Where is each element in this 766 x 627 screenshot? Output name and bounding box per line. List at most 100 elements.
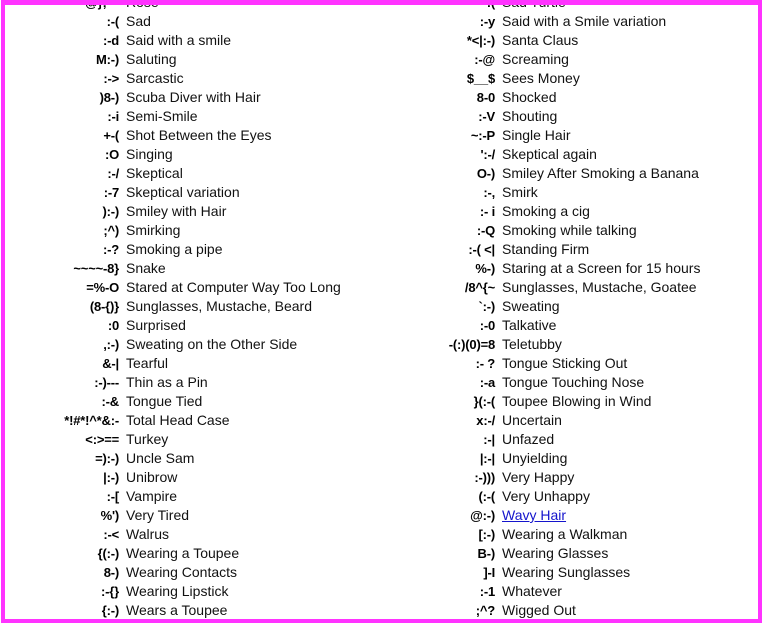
emoticon-description: Walrus bbox=[126, 526, 170, 542]
emoticon-row: :( Sad Turtle bbox=[381, 0, 757, 12]
emoticon-description: Saluting bbox=[126, 51, 177, 67]
emoticon-description: Sad Turtle bbox=[502, 0, 566, 10]
emoticon-description: Rose bbox=[126, 0, 159, 10]
emoticon-description: Santa Claus bbox=[502, 32, 579, 48]
emoticon-code: ;^) bbox=[103, 223, 119, 238]
emoticon-code: (8-{)} bbox=[89, 299, 119, 314]
emoticon-description: Uncertain bbox=[502, 412, 562, 428]
emoticon-row: :-/ Skeptical bbox=[5, 164, 381, 183]
emoticon-description: Wearing a Toupee bbox=[126, 545, 240, 561]
emoticon-description: Wearing Contacts bbox=[126, 564, 238, 580]
emoticon-code: ':-/ bbox=[480, 147, 495, 162]
emoticon-row: :-? Smoking a pipe bbox=[5, 240, 381, 259]
emoticon-row: :-))) Very Happy bbox=[381, 468, 757, 487]
emoticon-code: :( bbox=[486, 0, 495, 10]
emoticon-row: @:-) Wavy Hair bbox=[381, 506, 757, 525]
emoticon-code: |:-| bbox=[479, 451, 495, 466]
emoticon-description: Wearing Glasses bbox=[502, 545, 609, 561]
emoticon-row: 8-0 Shocked bbox=[381, 88, 757, 107]
emoticon-code: @:-) bbox=[470, 508, 495, 523]
emoticon-row: ~:-P Single Hair bbox=[381, 126, 757, 145]
emoticon-code: B-) bbox=[477, 546, 496, 561]
emoticon-description: Vampire bbox=[126, 488, 178, 504]
emoticon-description: Shocked bbox=[502, 89, 557, 105]
emoticon-row: ~~~~-8} Snake bbox=[5, 259, 381, 278]
emoticon-column-left: @};--- Rose :-(Sad :-d Said with a smile M:-)… bbox=[5, 0, 381, 619]
emoticon-code: {(:-) bbox=[97, 546, 120, 561]
emoticon-description: Thin as a Pin bbox=[126, 374, 208, 390]
emoticon-row: -(:)(0)=8 Teletubby bbox=[381, 335, 757, 354]
emoticon-code: %-) bbox=[475, 261, 495, 276]
emoticon-description: Screaming bbox=[502, 51, 569, 67]
emoticon-code: :-7 bbox=[103, 185, 119, 200]
emoticon-row: :-, Smirk bbox=[381, 183, 757, 202]
emoticon-description: Said with a smile bbox=[126, 32, 232, 48]
emoticon-code: &-| bbox=[102, 356, 119, 371]
emoticon-code: *!#*!^*&:- bbox=[64, 413, 119, 428]
emoticon-row: :-@ Screaming bbox=[381, 50, 757, 69]
emoticon-row: [:-) Wearing a Walkman bbox=[381, 525, 757, 544]
emoticon-description: Skeptical variation bbox=[126, 184, 240, 200]
emoticon-row: :-y Said with a Smile variation bbox=[381, 12, 757, 31]
emoticon-code: |:-) bbox=[103, 470, 119, 485]
emoticon-code: 8-) bbox=[103, 565, 119, 580]
emoticon-description: Shouting bbox=[502, 108, 558, 124]
emoticon-row: :-a Tongue Touching Nose bbox=[381, 373, 757, 392]
emoticon-row: =%-O Stared at Computer Way Too Long bbox=[5, 278, 381, 297]
emoticon-code: ]-I bbox=[483, 565, 495, 580]
emoticon-code: *<|:-) bbox=[466, 33, 495, 48]
emoticon-description: Sweating bbox=[502, 298, 560, 314]
emoticon-row: :- ? Tongue Sticking Out bbox=[381, 354, 757, 373]
emoticon-row: ;^) Smirking bbox=[5, 221, 381, 240]
emoticon-row: :-V Shouting bbox=[381, 107, 757, 126]
emoticon-code: (:-( bbox=[478, 489, 495, 504]
emoticon-code: )8-) bbox=[99, 90, 120, 105]
emoticon-code: M:-) bbox=[95, 52, 119, 67]
emoticon-row: (8-{)} Sunglasses, Mustache, Beard bbox=[5, 297, 381, 316]
emoticon-row: :-| Unfazed bbox=[381, 430, 757, 449]
emoticon-row: %-) Staring at a Screen for 15 hours bbox=[381, 259, 757, 278]
emoticon-row: :-Q Smoking while talking bbox=[381, 221, 757, 240]
emoticon-code: :-)--- bbox=[94, 375, 119, 390]
emoticon-row: :-(Sad bbox=[5, 12, 381, 31]
emoticon-description: Wears a Toupee bbox=[126, 602, 228, 618]
emoticon-code: ~:-P bbox=[470, 128, 495, 143]
emoticon-row: ]-I Wearing Sunglasses bbox=[381, 563, 757, 582]
emoticon-description: Tongue Tied bbox=[126, 393, 203, 409]
emoticon-description: Unibrow bbox=[126, 469, 178, 485]
emoticon-code: :-< bbox=[103, 527, 119, 542]
emoticon-code: $__$ bbox=[466, 71, 495, 86]
emoticon-code: O-) bbox=[476, 166, 495, 181]
emoticon-row: :-{} Wearing Lipstick bbox=[5, 582, 381, 601]
emoticon-row: M:-) Saluting bbox=[5, 50, 381, 69]
emoticon-row: +-( Shot Between the Eyes bbox=[5, 126, 381, 145]
emoticon-description: Very Happy bbox=[502, 469, 575, 485]
emoticon-description: Whatever bbox=[502, 583, 562, 599]
emoticon-code: :-? bbox=[103, 242, 119, 257]
emoticon-description: Shot Between the Eyes bbox=[126, 127, 272, 143]
emoticon-description: Unfazed bbox=[502, 431, 555, 447]
emoticon-code: :-d bbox=[103, 33, 119, 48]
emoticon-list-page: @};--- Rose :-(Sad :-d Said with a smile M:-)… bbox=[1, 0, 762, 623]
emoticon-description: Very Unhappy bbox=[502, 488, 590, 504]
emoticon-description: Standing Firm bbox=[502, 241, 590, 257]
emoticon-description: Wearing Lipstick bbox=[126, 583, 229, 599]
emoticon-code: +-( bbox=[103, 128, 119, 143]
emoticon-description: Wearing a Walkman bbox=[502, 526, 628, 542]
emoticon-description: Staring at a Screen for 15 hours bbox=[502, 260, 701, 276]
emoticon-code: ,:-) bbox=[103, 337, 119, 352]
emoticon-description: Wigged Out bbox=[502, 602, 576, 618]
emoticon-row: (:-( Very Unhappy bbox=[381, 487, 757, 506]
emoticon-description-link[interactable]: Wavy Hair bbox=[495, 506, 757, 525]
emoticon-code: :-i bbox=[107, 109, 119, 124]
emoticon-description: Sunglasses, Mustache, Goatee bbox=[502, 279, 697, 295]
emoticon-row: ):-) Smiley with Hair bbox=[5, 202, 381, 221]
emoticon-code: %') bbox=[100, 508, 120, 523]
emoticon-row: }(:-(Toupee Blowing in Wind bbox=[381, 392, 757, 411]
emoticon-description: Uncle Sam bbox=[126, 450, 195, 466]
emoticon-description: Sarcastic bbox=[126, 70, 184, 86]
emoticon-code: ;^? bbox=[475, 603, 495, 618]
emoticon-code: @};--- bbox=[85, 0, 119, 10]
emoticon-row: :-& Tongue Tied bbox=[5, 392, 381, 411]
emoticon-row: :-d Said with a smile bbox=[5, 31, 381, 50]
